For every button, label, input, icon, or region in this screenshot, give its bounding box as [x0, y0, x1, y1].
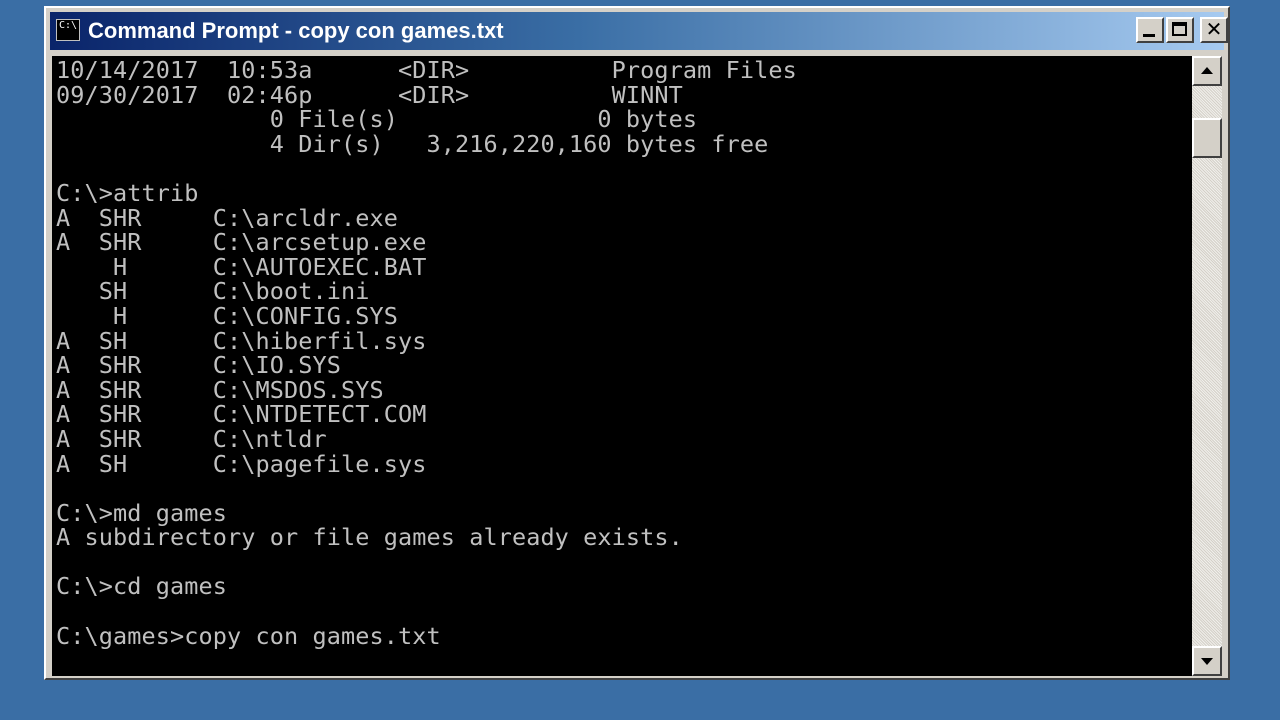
console-line: H C:\AUTOEXEC.BAT — [56, 252, 427, 281]
maximize-button[interactable] — [1166, 17, 1194, 43]
console-line: 4 Dir(s) 3,216,220,160 bytes free — [56, 129, 769, 158]
close-button[interactable]: ✕ — [1200, 17, 1228, 43]
scroll-thumb[interactable] — [1192, 118, 1222, 158]
console-line: A SHR C:\arcldr.exe — [56, 203, 398, 232]
title-bar[interactable]: C:\ Command Prompt - copy con games.txt … — [50, 12, 1228, 50]
console-line: A SHR C:\ntldr — [56, 424, 327, 453]
console-line: A SHR C:\IO.SYS — [56, 351, 341, 380]
console-line: C:\>attrib — [56, 178, 199, 207]
window-title: Command Prompt - copy con games.txt — [88, 18, 504, 43]
scroll-up-arrow-icon — [1201, 67, 1213, 74]
console-line: 09/30/2017 02:46p <DIR> WINNT — [56, 80, 683, 109]
scroll-down-arrow-icon — [1201, 658, 1213, 665]
console-line: C:\>cd games — [56, 572, 227, 601]
minimize-icon — [1143, 34, 1155, 37]
scroll-up-button[interactable] — [1192, 56, 1222, 86]
console-line: A SH C:\pagefile.sys — [56, 449, 427, 478]
console-icon[interactable]: C:\ — [56, 19, 80, 41]
console-line: A subdirectory or file games already exi… — [56, 523, 683, 552]
command-prompt-window: C:\ Command Prompt - copy con games.txt … — [44, 6, 1230, 680]
desktop-background: C:\ Command Prompt - copy con games.txt … — [0, 0, 1280, 720]
close-icon: ✕ — [1205, 17, 1223, 41]
console-line: C:\>md games — [56, 498, 227, 527]
console-lines: 10/14/2017 10:53a <DIR> Program Files 09… — [56, 58, 797, 673]
console-line: A SHR C:\MSDOS.SYS — [56, 375, 384, 404]
console-line: A SHR C:\arcsetup.exe — [56, 228, 427, 257]
console-line: SH C:\boot.ini — [56, 277, 370, 306]
vertical-scrollbar[interactable] — [1192, 56, 1222, 676]
scroll-down-button[interactable] — [1192, 646, 1222, 676]
maximize-icon — [1172, 22, 1187, 36]
console-line: H C:\CONFIG.SYS — [56, 301, 398, 330]
console-output-area[interactable]: 10/14/2017 10:53a <DIR> Program Files 09… — [52, 56, 1192, 676]
console-line: 0 File(s) 0 bytes — [56, 105, 698, 134]
minimize-button[interactable] — [1136, 17, 1164, 43]
console-line: A SHR C:\NTDETECT.COM — [56, 400, 427, 429]
console-line: C:\games>copy con games.txt — [56, 621, 441, 650]
console-line: A SH C:\hiberfil.sys — [56, 326, 427, 355]
console-line: 10/14/2017 10:53a <DIR> Program Files — [56, 56, 797, 84]
